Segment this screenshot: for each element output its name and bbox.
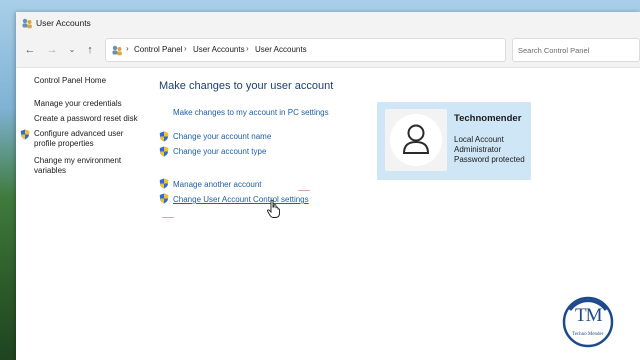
control-panel-icon <box>112 45 122 56</box>
sidebar-item-create-password-reset-disk[interactable]: Create a password reset disk <box>34 114 138 124</box>
account-card: Technomender Local Account Administrator… <box>377 102 531 180</box>
user-silhouette-icon <box>390 114 442 166</box>
logo-text: Techno Mender <box>572 332 604 337</box>
sidebar-item-label: Configure advanced user <box>34 129 124 138</box>
search-input[interactable]: Search Control Panel <box>512 38 640 62</box>
user-accounts-window: User Accounts ← → ⌄ ↑ › Control Panel › … <box>16 12 640 360</box>
breadcrumb-separator-icon: › <box>184 44 187 53</box>
uac-shield-icon <box>20 129 30 140</box>
address-field[interactable]: › Control Panel › User Accounts › User A… <box>105 38 585 62</box>
forward-arrow-icon[interactable]: → <box>44 42 60 58</box>
sidebar-item-control-panel-home[interactable]: Control Panel Home <box>34 76 106 86</box>
account-name: Technomender <box>454 113 522 124</box>
breadcrumb-separator-icon: › <box>126 44 129 53</box>
highlight-mark <box>162 217 174 218</box>
sidebar-item-label-line2: profile properties <box>34 139 94 148</box>
title-bar: User Accounts <box>16 12 640 34</box>
back-arrow-icon[interactable]: ← <box>22 42 38 58</box>
user-accounts-icon <box>22 18 32 29</box>
account-role: Administrator <box>454 145 502 154</box>
recent-locations-chevron-icon[interactable]: ⌄ <box>64 42 80 58</box>
sidebar-item-label-line2: variables <box>34 166 67 175</box>
sidebar-item-manage-credentials[interactable]: Manage your credentials <box>34 99 122 109</box>
search-placeholder: Search Control Panel <box>518 46 590 55</box>
account-password-status: Password protected <box>454 155 525 164</box>
breadcrumb-user-accounts-current[interactable]: User Accounts <box>255 45 307 54</box>
uac-shield-icon <box>159 131 169 142</box>
highlight-mark <box>298 190 310 191</box>
breadcrumb-user-accounts[interactable]: User Accounts <box>193 45 245 54</box>
window-title: User Accounts <box>36 18 91 28</box>
uac-shield-icon <box>159 193 169 204</box>
link-change-account-type[interactable]: Change your account type <box>173 147 266 156</box>
link-change-account-name[interactable]: Change your account name <box>173 132 271 141</box>
uac-shield-icon <box>159 178 169 189</box>
sidebar-item-label: Change my environment <box>34 156 122 165</box>
logo-initials: TM <box>575 305 602 326</box>
hand-pointer-cursor-icon <box>267 199 280 218</box>
link-change-uac-settings[interactable]: Change User Account Control settings <box>173 195 309 204</box>
link-pc-settings[interactable]: Make changes to my account in PC setting… <box>173 108 329 117</box>
breadcrumb-separator-icon: › <box>246 44 249 53</box>
account-type: Local Account <box>454 135 504 144</box>
link-manage-another-account[interactable]: Manage another account <box>173 180 262 189</box>
up-arrow-icon[interactable]: ↑ <box>82 42 98 58</box>
uac-shield-icon <box>159 146 169 157</box>
address-toolbar: ← → ⌄ ↑ › Control Panel › User Accounts … <box>16 34 640 68</box>
avatar <box>385 109 447 171</box>
breadcrumb-control-panel[interactable]: Control Panel <box>134 45 182 54</box>
page-title: Make changes to your user account <box>159 80 334 92</box>
